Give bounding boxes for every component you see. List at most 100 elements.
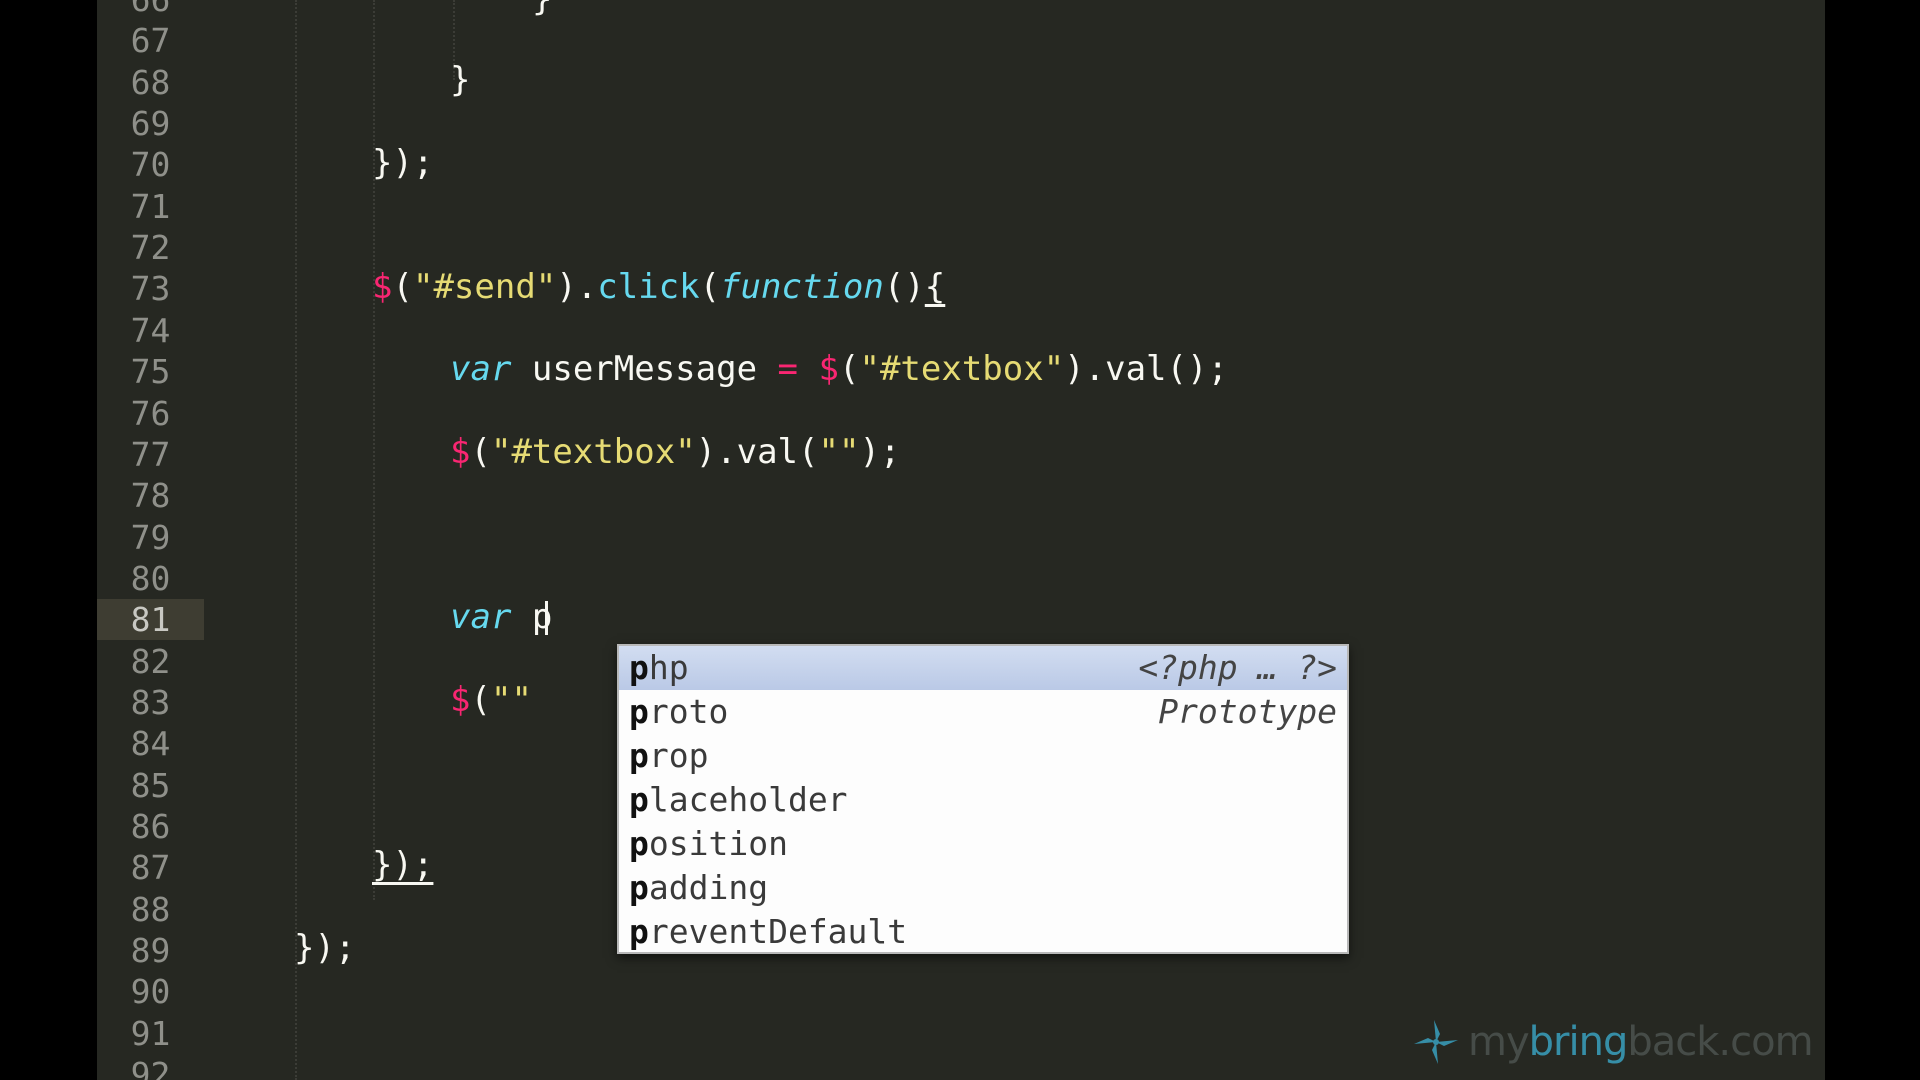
token: $ [450, 432, 471, 472]
code-line-77: $("#textbox").val(""); [450, 432, 900, 473]
line-number: 89 [130, 931, 171, 970]
autocomplete-item-label: rop [648, 736, 709, 775]
code-line-83: $("" [450, 680, 532, 721]
token: ( [470, 432, 491, 472]
indent-guide [295, 0, 297, 1080]
autocomplete-item-match: p [629, 780, 649, 819]
autocomplete-item-match: p [629, 648, 649, 687]
code-line-81: var p [450, 597, 552, 638]
token: = [777, 349, 799, 389]
token: userMessage [511, 349, 778, 389]
autocomplete-item[interactable]: php <?php … ?> [619, 646, 1347, 690]
line-number: 76 [130, 394, 171, 433]
autocomplete-item-match: p [629, 692, 649, 731]
watermark: mybringback.com [1410, 1014, 1814, 1070]
line-number: 73 [130, 269, 171, 308]
autocomplete-item-hint: Prototype [1158, 692, 1337, 731]
token: "#send" [412, 267, 557, 307]
line-number: 81 [97, 599, 204, 640]
line-number: 83 [130, 683, 171, 722]
code-line-73: $("#send").click(function(){ [372, 267, 945, 308]
token: }); [372, 845, 434, 885]
line-number: 92 [130, 1055, 171, 1080]
token: ). [556, 267, 598, 307]
line-number: 88 [130, 890, 171, 929]
line-number: 77 [130, 435, 171, 474]
autocomplete-item[interactable]: placeholder [619, 778, 1347, 822]
code-line-68: } [450, 60, 471, 100]
code-line-87: }); [372, 845, 433, 886]
line-number: 87 [130, 848, 171, 887]
token: $ [372, 267, 393, 307]
line-number: 86 [130, 807, 171, 846]
token: () [883, 267, 925, 307]
line-number: 75 [130, 352, 171, 391]
watermark-bring: bring [1528, 1019, 1629, 1065]
watermark-rest: back.com [1627, 1019, 1813, 1065]
token: "#textbox" [859, 349, 1065, 389]
token: var [450, 597, 512, 637]
autocomplete-item-match: p [629, 912, 649, 951]
code-line-70: }); [372, 143, 434, 183]
autocomplete-item-label: osition [648, 824, 788, 863]
line-number: 70 [130, 145, 171, 184]
autocomplete-item-label: adding [648, 868, 769, 907]
line-number: 74 [130, 311, 171, 350]
autocomplete-item[interactable]: proto Prototype [619, 690, 1347, 734]
line-number: 84 [130, 724, 171, 763]
line-number: 82 [130, 642, 171, 681]
line-number: 85 [130, 766, 171, 805]
token: { [924, 267, 946, 307]
line-number: 80 [130, 559, 171, 598]
autocomplete-item-label: hp [648, 648, 689, 687]
line-number: 68 [130, 63, 171, 102]
line-number: 71 [130, 187, 171, 226]
autocomplete-item-label: reventDefault [648, 912, 908, 951]
token: "" [490, 680, 532, 720]
autocomplete-item-hint: <?php … ?> [1138, 648, 1337, 687]
autocomplete-item-match: p [629, 868, 649, 907]
watermark-my: my [1468, 1019, 1530, 1065]
token: var [450, 349, 512, 389]
indent-guide [373, 0, 375, 900]
token: "" [818, 432, 860, 472]
line-number: 78 [130, 476, 171, 515]
token: ).val( [695, 432, 819, 472]
code-line-75: var userMessage = $("#textbox").val(); [450, 349, 1228, 390]
line-number: 79 [130, 518, 171, 557]
autocomplete-popup[interactable]: php <?php … ?> proto Prototype prop placehold… [617, 644, 1349, 954]
token: function [720, 267, 884, 307]
pinwheel-logo-icon [1414, 1020, 1458, 1064]
autocomplete-item[interactable]: preventDefault [619, 910, 1347, 952]
line-number: 90 [130, 972, 171, 1011]
autocomplete-item-label: roto [648, 692, 729, 731]
line-number: 67 [130, 21, 171, 60]
autocomplete-item[interactable]: position [619, 822, 1347, 866]
autocomplete-item-match: p [629, 824, 649, 863]
token: ( [699, 267, 721, 307]
code-line-66: } [532, 0, 552, 20]
token: ( [470, 680, 491, 720]
token: $ [818, 349, 839, 389]
token: ); [859, 432, 901, 472]
token: ).val(); [1064, 349, 1228, 389]
watermark-text: mybringback.com [1468, 1019, 1814, 1065]
line-number: 66 [97, 0, 204, 20]
autocomplete-item[interactable]: padding [619, 866, 1347, 910]
line-number-gutter: 6667686970717273747576777879808182838485… [97, 0, 221, 1080]
token: "#textbox" [490, 432, 696, 472]
line-number: 91 [130, 1014, 171, 1053]
code-line-89: }); [294, 928, 356, 968]
token: ( [838, 349, 860, 389]
code-editor[interactable]: 6667686970717273747576777879808182838485… [97, 0, 1825, 1080]
line-number: 69 [130, 104, 171, 143]
line-number: 72 [130, 228, 171, 267]
token: $ [450, 680, 471, 720]
autocomplete-item-label: laceholder [648, 780, 848, 819]
token: click [597, 267, 700, 307]
token: ( [392, 267, 413, 307]
autocomplete-item-match: p [629, 736, 649, 775]
autocomplete-item[interactable]: prop [619, 734, 1347, 778]
text-cursor [545, 601, 548, 635]
